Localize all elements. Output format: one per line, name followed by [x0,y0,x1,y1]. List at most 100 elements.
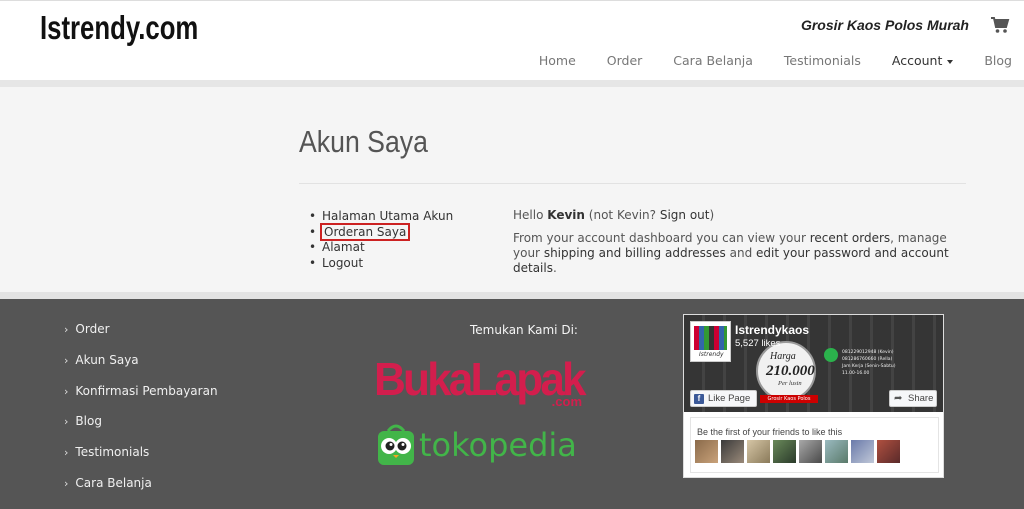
page-title: Akun Saya [299,124,428,159]
tokopedia-owl-icon [378,424,414,465]
footer-link-testimonials[interactable]: › Testimonials [64,445,218,476]
facebook-page-name[interactable]: Istrendykaos [735,323,809,337]
username: Kevin [547,208,585,222]
chevron-right-icon: › [64,415,69,429]
nav-cara-belanja[interactable]: Cara Belanja [673,53,753,68]
footer-link-label: Testimonials [75,445,150,460]
share-button[interactable]: ➦ Share [889,390,937,407]
account-menu-logout-label: Logout [322,255,364,270]
nav-order[interactable]: Order [607,53,643,68]
account-menu-logout[interactable]: Logout [309,256,453,272]
bukalapak-domain: .com [551,394,582,409]
nav-blog[interactable]: Blog [984,53,1012,68]
footer-link-blog[interactable]: › Blog [64,414,218,445]
contact-line: 081229012948 (Kevin) [842,350,894,355]
account-menu-dashboard-label: Halaman Utama Akun [322,209,454,223]
avatar[interactable] [721,440,744,463]
not-suffix: ) [709,208,715,222]
share-icon: ➦ [894,393,903,404]
promo-ribbon: Grosir Kaos Polos [760,395,818,403]
avatar[interactable] [877,440,900,463]
contact-info: 081229012948 (Kevin) 081286760660 (Rella… [842,349,895,377]
dashboard-intro: From your account dashboard you can view… [513,231,973,276]
title-divider [299,183,966,184]
nav-home[interactable]: Home [539,53,576,68]
chevron-right-icon: › [64,476,69,490]
footer-link-akun-saya[interactable]: › Akun Saya [64,353,218,384]
contact-line: 081286760660 (Rella) [842,357,893,362]
like-page-label: Like Page [708,393,751,404]
avatar[interactable] [799,440,822,463]
footer-link-order[interactable]: › Order [64,322,218,353]
dashboard-text: Hello Kevin (not Kevin? Sign out) From y… [513,208,973,284]
promo-per: Per lusin [778,380,802,387]
thumb-label: Istrendy [699,351,724,358]
tokopedia-wordmark: tokopedia [419,426,577,464]
promo-harga: Harga [770,351,796,362]
account-menu-dashboard[interactable]: Halaman Utama Akun [309,209,453,225]
recent-orders-link[interactable]: recent orders [810,231,890,245]
footer-link-cara-belanja[interactable]: › Cara Belanja [64,476,218,507]
facebook-cover-image[interactable]: Harga 210.000 Per lusin Grosir Kaos Polo… [684,315,943,412]
chevron-right-icon: › [64,446,69,460]
avatar[interactable] [825,440,848,463]
footer-link-konfirmasi[interactable]: › Konfirmasi Pembayaran [64,384,218,415]
main-nav: Home Order Cara Belanja Testimonials Acc… [508,53,1012,68]
site-footer: › Order › Akun Saya › Konfirmasi Pembayaran… [0,299,1024,509]
nav-account[interactable]: Account [891,53,954,68]
friends-panel: Be the first of your friends to like thi… [690,417,939,473]
account-menu-orders[interactable]: Orderan Saya [309,222,453,241]
header-separator [0,80,1024,87]
find-us-heading: Temukan Kami Di: [470,323,578,337]
chevron-right-icon: › [64,323,69,336]
promo-price: 210.000 [766,363,815,379]
footer-link-label: Konfirmasi Pembayaran [75,383,218,398]
caret-down-icon [947,59,954,64]
facebook-likes-count: 5,527 likes [735,338,781,349]
avatar[interactable] [747,440,770,463]
shirts-image [694,326,727,350]
footer-separator [0,292,1024,299]
site-logo[interactable]: Istrendy.com [40,9,198,47]
hello-line: Hello Kevin (not Kevin? Sign out) [513,208,973,223]
contact-line: Jam Kerja (Senin-Sabtu) [842,364,896,369]
site-header: Istrendy.com Grosir Kaos Polos Murah Hom… [0,0,1024,80]
nav-testimonials[interactable]: Testimonials [784,53,861,68]
chevron-right-icon: › [64,384,69,398]
shopping-cart-icon[interactable] [990,15,1010,35]
footer-link-label: Cara Belanja [75,475,152,490]
like-page-button[interactable]: f Like Page [690,390,757,407]
period-text: . [552,261,557,275]
price-badge: Harga 210.000 Per lusin [756,341,816,401]
facebook-page-thumbnail[interactable]: Istrendy [690,321,731,362]
footer-link-label: Akun Saya [75,352,139,367]
hello-word: Hello [513,208,544,222]
avatar[interactable] [773,440,796,463]
site-tagline: Grosir Kaos Polos Murah [800,17,969,33]
facebook-icon: f [694,394,704,404]
bukalapak-logo[interactable]: BukaLapak .com [374,353,587,411]
tokopedia-logo[interactable]: tokopedia [376,423,586,469]
not-prefix: (not Kevin? [588,208,657,222]
footer-link-label: Blog [75,414,102,429]
nav-account-label: Account [891,53,943,68]
friend-avatars [695,440,903,463]
contact-line: 11.00-16.00 [842,371,870,376]
account-navigation: Halaman Utama Akun Orderan Saya Alamat L… [309,209,453,271]
facebook-page-widget: Harga 210.000 Per lusin Grosir Kaos Polo… [683,314,944,478]
whatsapp-icon [824,348,838,362]
avatar[interactable] [851,440,874,463]
and-text: and [729,246,753,260]
avatar[interactable] [695,440,718,463]
chevron-right-icon: › [64,353,69,367]
friends-text: Be the first of your friends to like thi… [697,427,843,437]
share-label: Share [908,393,934,404]
account-menu-orders-label: Orderan Saya [319,222,411,241]
sign-out-link[interactable]: Sign out [660,208,710,222]
account-menu-addresses-label: Alamat [322,240,365,254]
footer-links: › Order › Akun Saya › Konfirmasi Pembayaran… [64,322,218,507]
account-content: Akun Saya Halaman Utama Akun Orderan Say… [0,87,1024,292]
addresses-link[interactable]: shipping and billing addresses [544,246,726,260]
account-menu-addresses[interactable]: Alamat [309,240,453,256]
footer-link-label: Order [75,322,110,336]
